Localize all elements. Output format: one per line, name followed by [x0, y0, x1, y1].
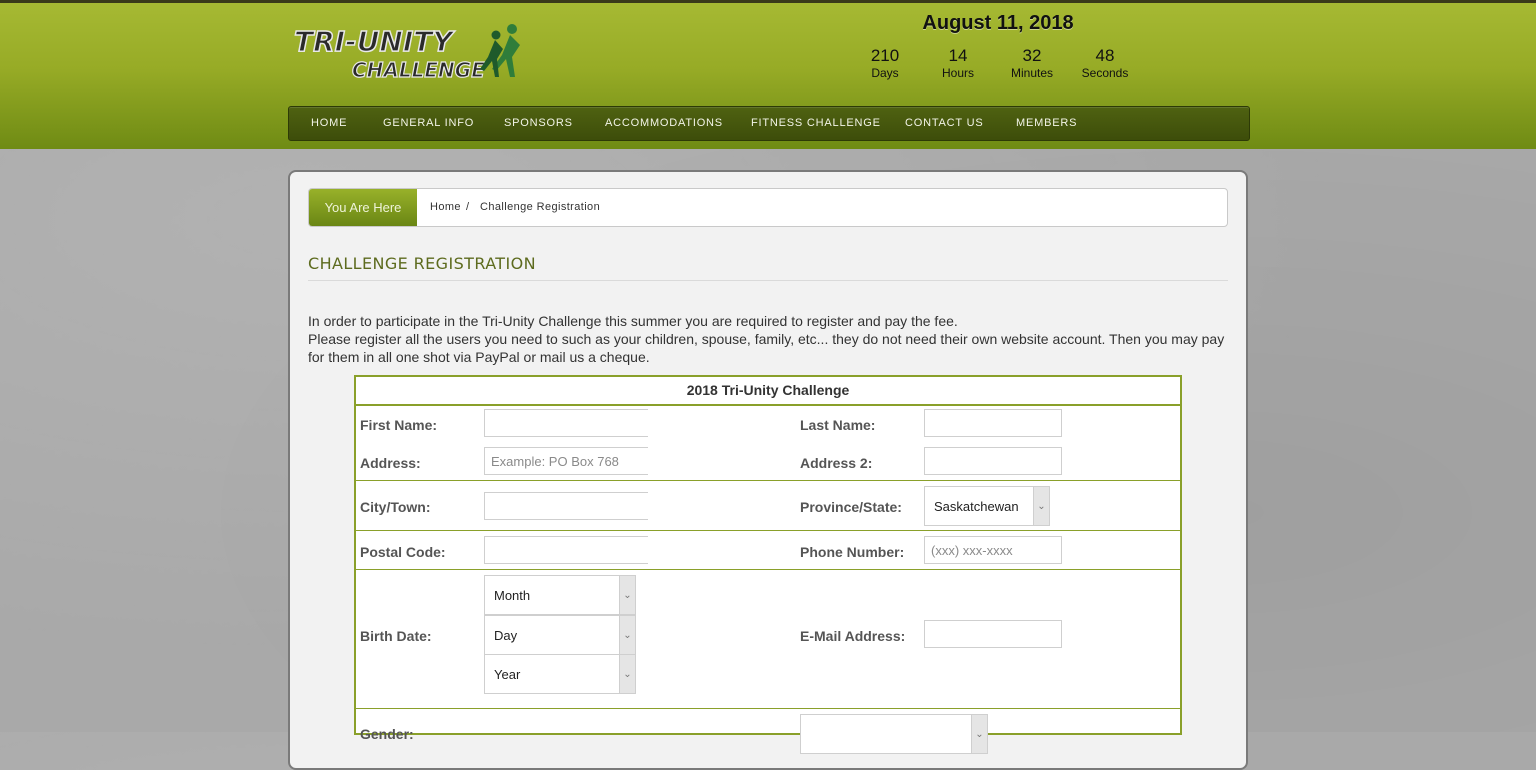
birth-date-label: Birth Date:	[360, 628, 432, 644]
gender-select[interactable]: ⌄	[800, 714, 988, 754]
city-input[interactable]	[484, 492, 648, 520]
email-input[interactable]	[924, 620, 1062, 648]
countdown-seconds: 48 Seconds	[1070, 47, 1140, 81]
title-divider	[308, 280, 1228, 281]
address-label: Address:	[360, 455, 421, 471]
chevron-down-icon: ⌄	[619, 655, 635, 693]
form-heading: 2018 Tri-Unity Challenge	[356, 377, 1180, 406]
registration-form: 2018 Tri-Unity Challenge First Name: Las…	[354, 375, 1182, 754]
row-divider	[356, 530, 1180, 531]
address2-label: Address 2:	[800, 455, 873, 471]
countdown-days-value: 210	[870, 46, 900, 65]
nav-contact-us[interactable]: CONTACT US	[905, 107, 984, 140]
row-divider	[356, 480, 1180, 481]
chevron-down-icon: ⌄	[619, 616, 635, 654]
last-name-input[interactable]	[924, 409, 1062, 437]
page-title: CHALLENGE REGISTRATION	[308, 254, 536, 273]
countdown-days-label: Days	[871, 66, 899, 80]
countdown-date: August 11, 2018	[922, 12, 1074, 34]
site-logo[interactable]: TRI-UNITY CHALLENGE	[292, 21, 522, 83]
address2-input[interactable]	[924, 447, 1062, 475]
birth-day-value: Day	[494, 628, 518, 643]
last-name-label: Last Name:	[800, 417, 876, 433]
main-nav: HOME GENERAL INFO SPONSORS ACCOMMODATION…	[288, 106, 1250, 141]
countdown-hours: 14 Hours	[923, 47, 993, 81]
nav-fitness-challenge[interactable]: FITNESS CHALLENGE	[751, 107, 881, 140]
intro-text: In order to participate in the Tri-Unity…	[308, 312, 1232, 366]
province-label: Province/State:	[800, 499, 902, 515]
postal-code-label: Postal Code:	[360, 544, 446, 560]
birth-year-value: Year	[494, 667, 521, 682]
province-selected-value: Saskatchewan	[934, 499, 1019, 514]
intro-paragraph-1: In order to participate in the Tri-Unity…	[308, 313, 958, 329]
phone-label: Phone Number:	[800, 544, 905, 560]
countdown-seconds-value: 48	[1095, 46, 1115, 65]
countdown-days: 210 Days	[850, 47, 920, 81]
province-select[interactable]: Saskatchewan ⌄	[924, 486, 1050, 526]
postal-code-input[interactable]	[484, 536, 648, 564]
logo-line1: TRI-UNITY	[294, 25, 455, 58]
countdown-minutes-value: 32	[1022, 46, 1042, 65]
first-name-input[interactable]	[484, 409, 648, 437]
nav-accommodations[interactable]: ACCOMMODATIONS	[605, 107, 723, 140]
birth-day-select[interactable]: Day ⌄	[484, 615, 636, 655]
countdown-minutes-label: Minutes	[1010, 66, 1054, 80]
nav-sponsors[interactable]: SPONSORS	[504, 107, 573, 140]
birth-month-select[interactable]: Month ⌄	[484, 575, 636, 615]
breadcrumb-label: You Are Here	[309, 189, 417, 226]
phone-input[interactable]	[924, 536, 1062, 564]
row-divider	[356, 708, 1180, 709]
countdown-minutes: 32 Minutes	[997, 47, 1067, 81]
nav-general-info[interactable]: GENERAL INFO	[383, 107, 474, 140]
logo-line2: CHALLENGE	[352, 58, 485, 82]
breadcrumb-separator: /	[466, 201, 470, 213]
countdown-seconds-label: Seconds	[1081, 66, 1129, 80]
address-input[interactable]	[484, 447, 648, 475]
breadcrumb-home-link[interactable]: Home	[430, 201, 461, 213]
breadcrumb-current: Challenge Registration	[480, 201, 601, 213]
city-label: City/Town:	[360, 499, 431, 515]
countdown-hours-value: 14	[948, 46, 968, 65]
runner-icon	[480, 24, 520, 77]
birth-year-select[interactable]: Year ⌄	[484, 654, 636, 694]
birth-month-value: Month	[494, 588, 531, 603]
chevron-down-icon: ⌄	[619, 576, 635, 614]
gender-label: Gender:	[360, 726, 414, 742]
site-header: TRI-UNITY CHALLENGE August 11, 2018 210 …	[0, 0, 1536, 149]
first-name-label: First Name:	[360, 417, 438, 433]
nav-home[interactable]: HOME	[311, 107, 347, 140]
email-label: E-Mail Address:	[800, 628, 906, 644]
row-divider	[356, 569, 1180, 570]
nav-members[interactable]: MEMBERS	[1016, 107, 1077, 140]
chevron-down-icon: ⌄	[1033, 487, 1049, 525]
countdown-hours-label: Hours	[941, 66, 974, 80]
intro-paragraph-2: Please register all the users you need t…	[308, 331, 1225, 365]
breadcrumb: You Are Here Home / Challenge Registrati…	[308, 188, 1228, 227]
chevron-down-icon: ⌄	[971, 715, 987, 753]
